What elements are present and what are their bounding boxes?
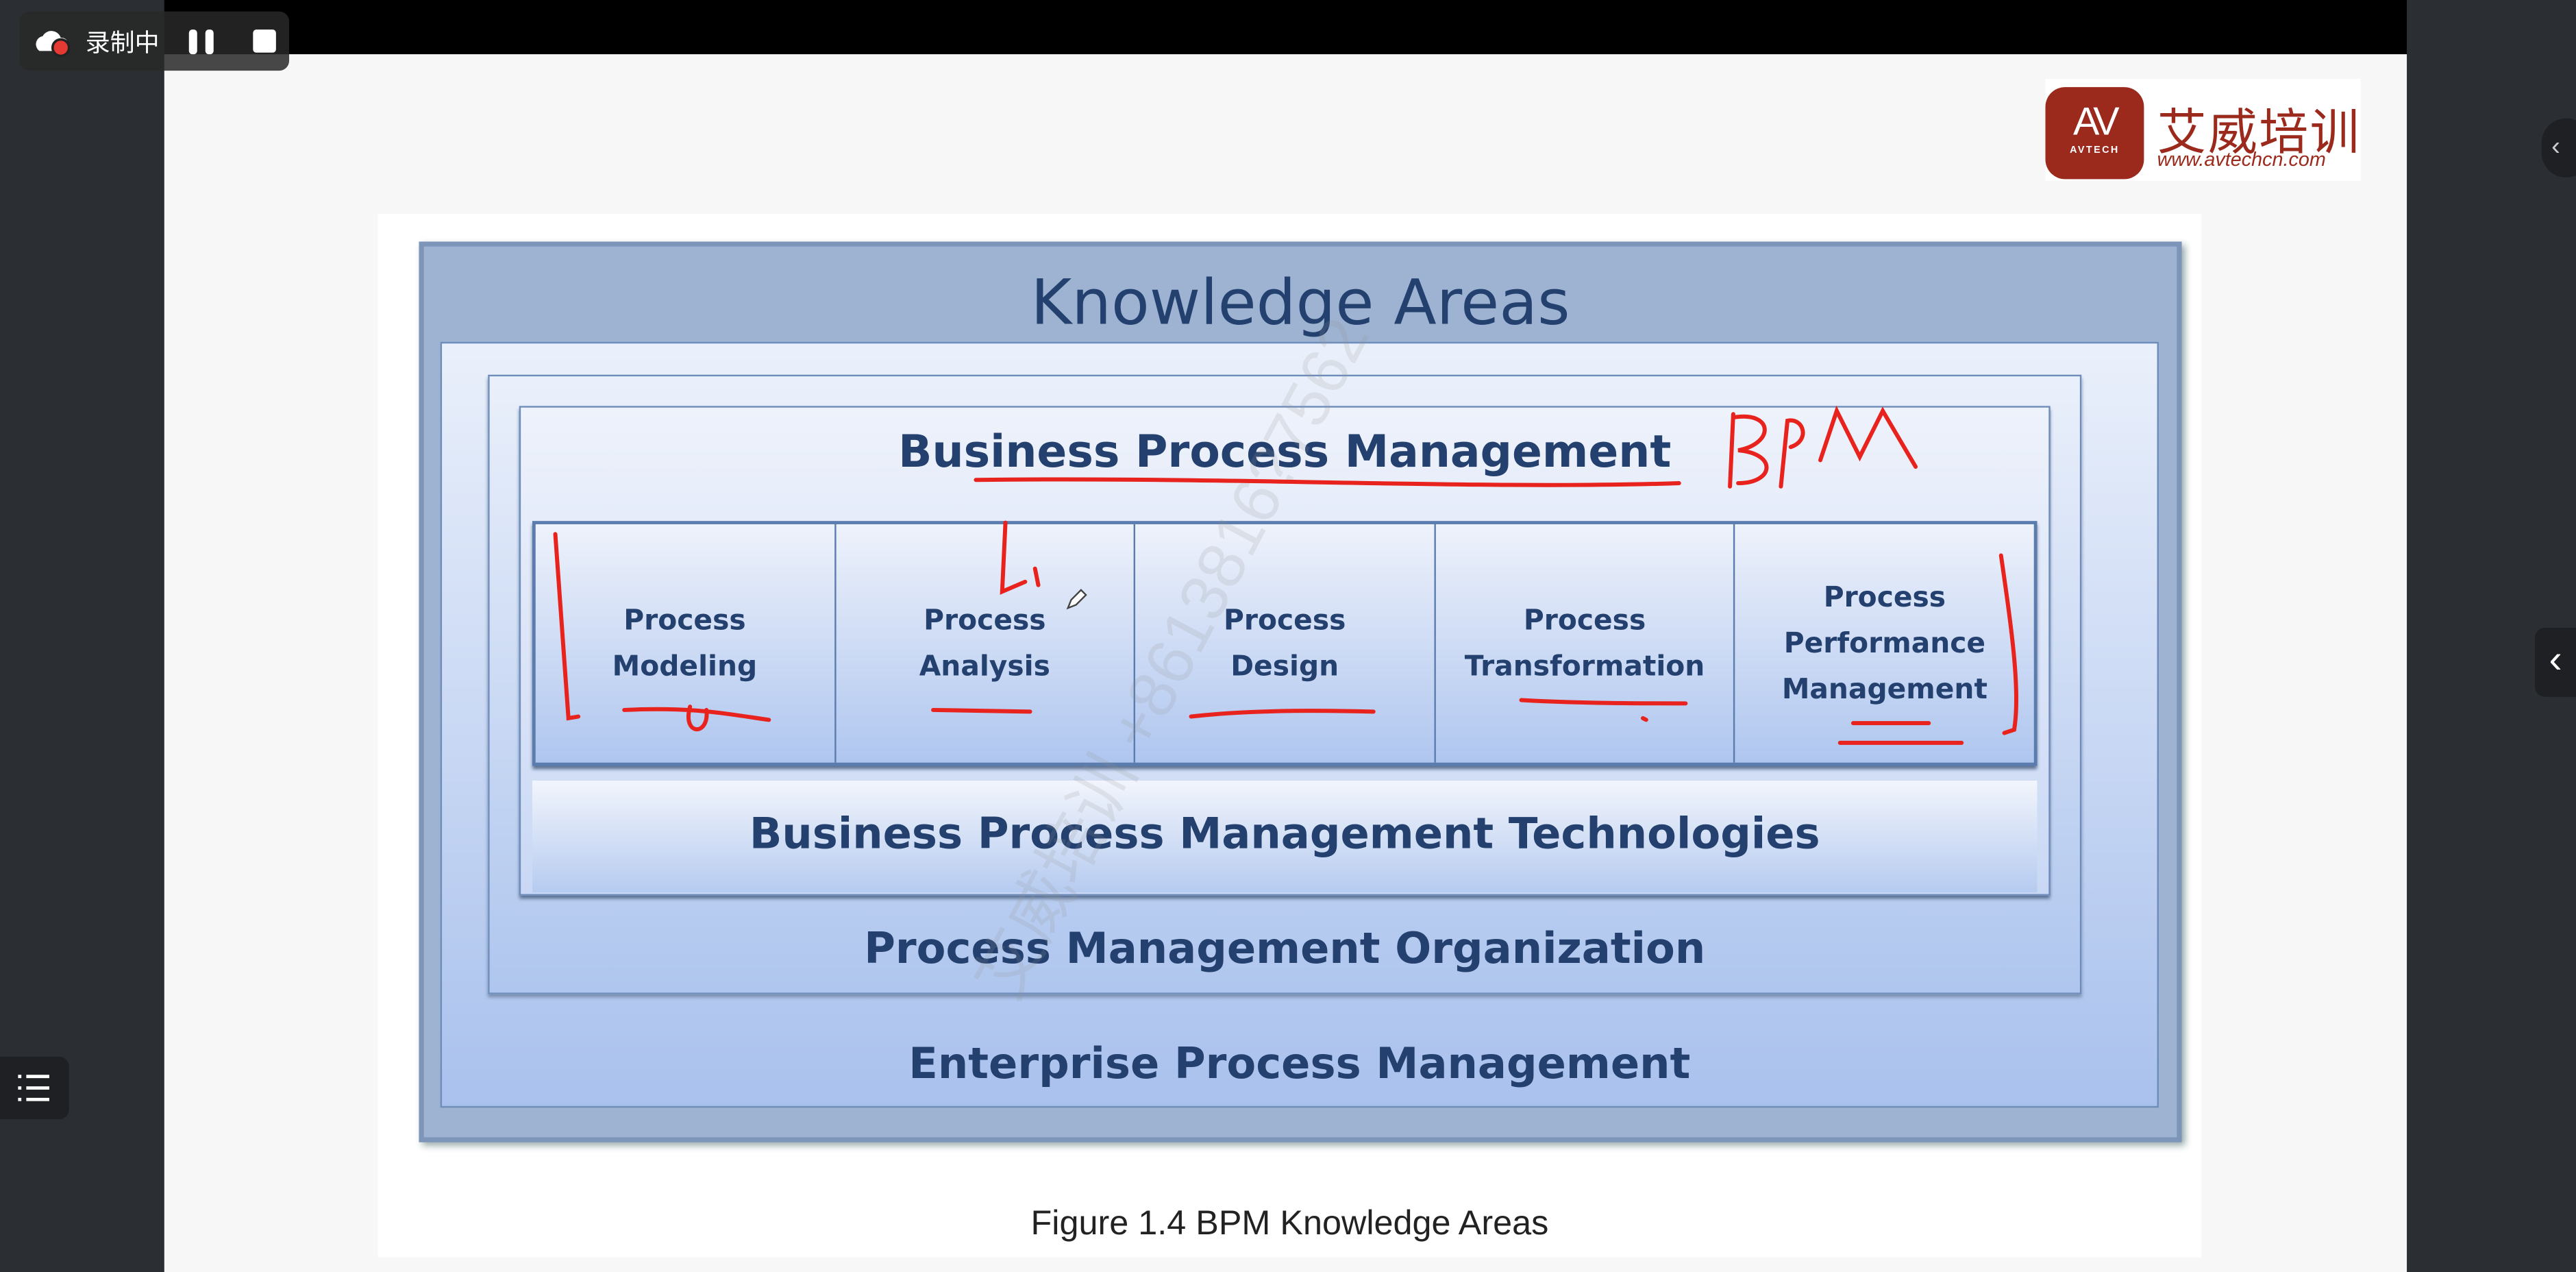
collapse-panel-button[interactable]: ‹ <box>2541 118 2576 178</box>
side-panel-toggle-button[interactable]: ‹ <box>2535 628 2576 697</box>
red-ink-annotations <box>553 405 2019 745</box>
figure-caption: Figure 1.4 BPM Knowledge Areas <box>1030 1204 1549 1243</box>
list-menu-button[interactable] <box>0 1056 69 1120</box>
list-icon <box>18 1075 49 1101</box>
pen-cursor-icon <box>1066 589 1087 610</box>
